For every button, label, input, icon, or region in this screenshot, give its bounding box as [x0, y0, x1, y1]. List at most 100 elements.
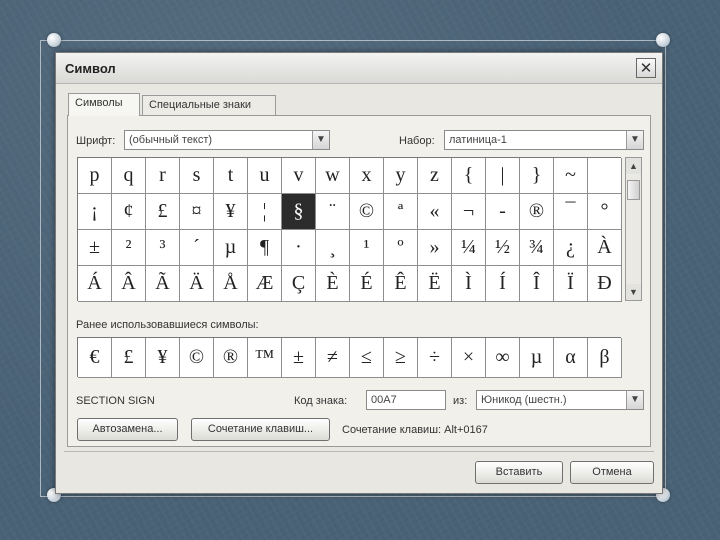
- recent-symbol-cell[interactable]: £: [112, 338, 146, 378]
- symbol-cell[interactable]: Æ: [248, 266, 282, 302]
- symbol-cell[interactable]: É: [350, 266, 384, 302]
- symbol-cell[interactable]: ~: [554, 158, 588, 194]
- recent-symbol-cell[interactable]: ×: [452, 338, 486, 378]
- symbol-cell[interactable]: ®: [520, 194, 554, 230]
- symbol-cell[interactable]: ±: [78, 230, 112, 266]
- insert-button[interactable]: Вставить: [475, 461, 563, 484]
- encoding-select[interactable]: Юникод (шестн.) ▼: [476, 390, 644, 410]
- symbol-cell[interactable]: ¡: [78, 194, 112, 230]
- symbol-cell[interactable]: Â: [112, 266, 146, 302]
- symbol-cell[interactable]: ¶: [248, 230, 282, 266]
- symbol-cell[interactable]: ¿: [554, 230, 588, 266]
- symbol-cell[interactable]: Ð: [588, 266, 622, 302]
- recent-symbol-cell[interactable]: ¥: [146, 338, 180, 378]
- symbol-cell[interactable]: Ë: [418, 266, 452, 302]
- symbol-cell[interactable]: -: [486, 194, 520, 230]
- recent-symbol-cell[interactable]: µ: [520, 338, 554, 378]
- symbol-cell[interactable]: °: [588, 194, 622, 230]
- tab-special-characters[interactable]: Специальные знаки: [142, 95, 276, 115]
- recent-symbol-cell[interactable]: ∞: [486, 338, 520, 378]
- symbol-cell[interactable]: ¦: [248, 194, 282, 230]
- symbol-cell[interactable]: u: [248, 158, 282, 194]
- subset-select[interactable]: латиница-1 ▼: [444, 130, 644, 150]
- symbol-cell[interactable]: ¹: [350, 230, 384, 266]
- autocorrect-button[interactable]: Автозамена...: [77, 418, 178, 441]
- symbol-cell[interactable]: ¸: [316, 230, 350, 266]
- chevron-down-icon[interactable]: ▼: [312, 131, 329, 149]
- symbol-cell[interactable]: Ï: [554, 266, 588, 302]
- symbol-cell[interactable]: y: [384, 158, 418, 194]
- symbol-cell[interactable]: º: [384, 230, 418, 266]
- symbol-cell[interactable]: £: [146, 194, 180, 230]
- symbol-cell[interactable]: ¢: [112, 194, 146, 230]
- chevron-down-icon[interactable]: ▼: [626, 131, 643, 149]
- recent-symbol-cell[interactable]: ©: [180, 338, 214, 378]
- symbol-cell[interactable]: ¤: [180, 194, 214, 230]
- symbol-cell[interactable]: ´: [180, 230, 214, 266]
- recent-symbol-cell[interactable]: ±: [282, 338, 316, 378]
- symbol-cell[interactable]: ¬: [452, 194, 486, 230]
- recent-symbol-cell[interactable]: ÷: [418, 338, 452, 378]
- character-code-value: 00A7: [371, 394, 397, 406]
- symbol-cell[interactable]: ¼: [452, 230, 486, 266]
- symbol-cell[interactable]: [588, 158, 622, 194]
- symbol-cell[interactable]: {: [452, 158, 486, 194]
- symbol-cell[interactable]: Ç: [282, 266, 316, 302]
- shortcut-key-button[interactable]: Сочетание клавиш...: [191, 418, 330, 441]
- recent-symbol-cell[interactable]: ®: [214, 338, 248, 378]
- symbol-cell[interactable]: ½: [486, 230, 520, 266]
- chevron-down-icon[interactable]: ▼: [626, 391, 643, 409]
- recent-symbol-cell[interactable]: α: [554, 338, 588, 378]
- symbol-grid-scrollbar[interactable]: ▲ ▼: [625, 157, 642, 301]
- symbol-cell[interactable]: Ã: [146, 266, 180, 302]
- symbol-cell[interactable]: §: [282, 194, 316, 230]
- symbol-cell[interactable]: À: [588, 230, 622, 266]
- recent-symbol-cell[interactable]: €: [78, 338, 112, 378]
- symbol-cell[interactable]: ¨: [316, 194, 350, 230]
- symbol-cell[interactable]: v: [282, 158, 316, 194]
- symbol-cell[interactable]: p: [78, 158, 112, 194]
- recent-symbol-cell[interactable]: ≤: [350, 338, 384, 378]
- symbol-cell[interactable]: ¯: [554, 194, 588, 230]
- symbol-cell[interactable]: }: [520, 158, 554, 194]
- symbol-cell[interactable]: ¾: [520, 230, 554, 266]
- symbol-cell[interactable]: s: [180, 158, 214, 194]
- symbol-cell[interactable]: ²: [112, 230, 146, 266]
- symbol-cell[interactable]: «: [418, 194, 452, 230]
- symbol-cell[interactable]: x: [350, 158, 384, 194]
- symbol-cell[interactable]: ³: [146, 230, 180, 266]
- symbol-cell[interactable]: t: [214, 158, 248, 194]
- symbol-cell[interactable]: »: [418, 230, 452, 266]
- symbol-cell[interactable]: ·: [282, 230, 316, 266]
- symbol-cell[interactable]: Å: [214, 266, 248, 302]
- symbol-cell[interactable]: Ä: [180, 266, 214, 302]
- symbol-cell[interactable]: Î: [520, 266, 554, 302]
- symbol-cell[interactable]: q: [112, 158, 146, 194]
- symbol-cell[interactable]: Ê: [384, 266, 418, 302]
- symbol-cell[interactable]: w: [316, 158, 350, 194]
- symbol-cell[interactable]: µ: [214, 230, 248, 266]
- symbol-cell[interactable]: ¥: [214, 194, 248, 230]
- character-code-input[interactable]: 00A7: [366, 390, 446, 410]
- symbol-cell[interactable]: ©: [350, 194, 384, 230]
- symbol-cell[interactable]: Á: [78, 266, 112, 302]
- scroll-thumb[interactable]: [627, 180, 640, 200]
- cancel-button[interactable]: Отмена: [570, 461, 654, 484]
- separator: [64, 451, 654, 452]
- tab-symbols[interactable]: Символы: [68, 93, 140, 116]
- symbol-cell[interactable]: r: [146, 158, 180, 194]
- symbol-cell[interactable]: |: [486, 158, 520, 194]
- recent-symbol-cell[interactable]: ≠: [316, 338, 350, 378]
- scroll-up-icon[interactable]: ▲: [626, 158, 641, 174]
- font-select[interactable]: (обычный текст) ▼: [124, 130, 330, 150]
- symbol-cell[interactable]: Ì: [452, 266, 486, 302]
- recent-symbol-cell[interactable]: ™: [248, 338, 282, 378]
- symbol-cell[interactable]: È: [316, 266, 350, 302]
- recent-symbol-cell[interactable]: ≥: [384, 338, 418, 378]
- close-button[interactable]: ✕: [636, 58, 656, 78]
- scroll-down-icon[interactable]: ▼: [626, 284, 641, 300]
- symbol-cell[interactable]: Í: [486, 266, 520, 302]
- symbol-cell[interactable]: ª: [384, 194, 418, 230]
- symbol-cell[interactable]: z: [418, 158, 452, 194]
- recent-symbol-cell[interactable]: β: [588, 338, 622, 378]
